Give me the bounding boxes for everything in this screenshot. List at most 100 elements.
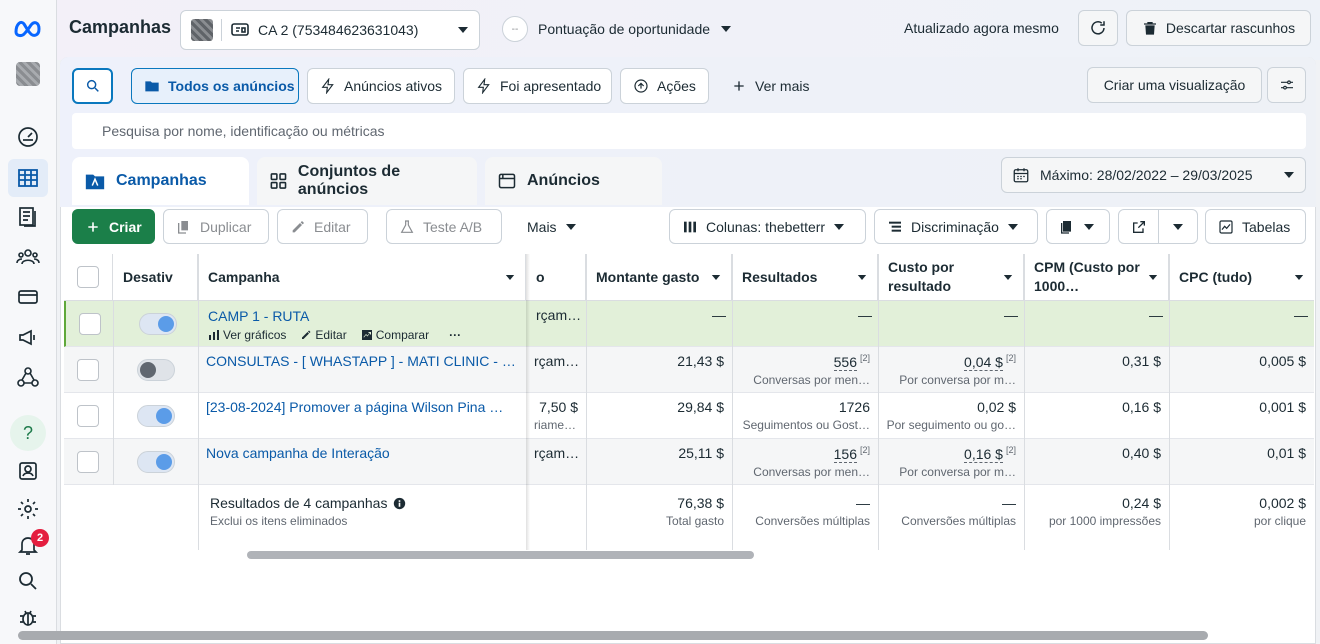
row-edit-action[interactable]: Editar: [300, 328, 347, 342]
row-checkbox[interactable]: [79, 313, 101, 335]
tab-ad-sets[interactable]: Conjuntos de anúncios: [257, 157, 477, 205]
columns-button[interactable]: Colunas: thebetterr: [669, 209, 866, 244]
table-horizontal-scrollbar[interactable]: [247, 551, 754, 559]
duplicate-button[interactable]: Duplicar: [163, 209, 269, 244]
rail-billing[interactable]: [8, 278, 48, 316]
help-icon[interactable]: ?: [10, 415, 46, 451]
totals-results-value: —: [856, 495, 870, 511]
cpr-value[interactable]: 0,16 $: [964, 445, 1003, 463]
search-input[interactable]: Pesquisa por nome, identificação ou métr…: [72, 113, 1306, 149]
filter-settings-button[interactable]: [1267, 67, 1306, 103]
export-options-button[interactable]: [1159, 210, 1197, 243]
campaign-name-link[interactable]: CONSULTAS - [ WHASTAPP ] - MATI CLINIC -…: [206, 353, 518, 369]
cpr-value[interactable]: 0,04 $: [964, 353, 1003, 371]
opportunity-score-dropdown[interactable]: -- Pontuação de oportunidade: [502, 16, 732, 42]
table-row[interactable]: CAMP 1 - RUTA Ver gráficos Editar Compar…: [64, 301, 1314, 347]
campaign-name-link[interactable]: CAMP 1 - RUTA: [208, 308, 520, 324]
reports-button[interactable]: [1046, 209, 1110, 244]
tab-ads[interactable]: Anúncios: [485, 157, 662, 205]
view-charts-action[interactable]: Ver gráficos: [208, 328, 286, 342]
totals-cpc-value: 0,002 $: [1259, 495, 1306, 511]
filter-active-ads[interactable]: Anúncios ativos: [307, 68, 455, 104]
campaign-toggle[interactable]: [137, 451, 175, 473]
rail-campaign-tools[interactable]: [8, 318, 48, 356]
sliders-icon: [1280, 80, 1293, 90]
header-budget[interactable]: o: [526, 254, 586, 301]
filter-all-ads[interactable]: Todos os anúncios: [131, 68, 299, 104]
campaign-toggle[interactable]: [137, 405, 175, 427]
header-results[interactable]: Resultados: [732, 254, 878, 301]
tab-campaigns[interactable]: Campanhas: [72, 157, 249, 205]
rail-events-manager[interactable]: [8, 358, 48, 396]
budget-cell: rçam…: [536, 307, 582, 323]
totals-row: Resultados de 4 campanhas Exclui os iten…: [64, 485, 1314, 550]
rail-reports[interactable]: [8, 452, 48, 490]
select-all-checkbox[interactable]: [77, 266, 99, 288]
ad-account-icon: [231, 23, 249, 36]
row-more-action[interactable]: ···: [449, 328, 461, 342]
results-value[interactable]: 556: [833, 353, 857, 371]
row-checkbox[interactable]: [77, 405, 99, 427]
cpr-footnote: [2]: [1005, 353, 1016, 363]
create-button[interactable]: Criar: [72, 209, 155, 244]
header-cpc[interactable]: CPC (tudo): [1169, 254, 1314, 301]
rail-overview[interactable]: [8, 118, 48, 156]
cpr-type: Por seguimento ou go…: [886, 418, 1016, 432]
caret-down-icon: [458, 27, 468, 33]
tables-button[interactable]: Tabelas: [1205, 209, 1306, 244]
account-thumbnail[interactable]: [16, 62, 40, 86]
page-horizontal-scrollbar[interactable]: [18, 631, 1208, 640]
campaign-toggle[interactable]: [139, 313, 177, 335]
cost-per-result-cell: 0,16 $ [2] Por conversa por m…: [878, 439, 1024, 485]
rail-pages[interactable]: [8, 198, 48, 236]
account-selector[interactable]: CA 2 (753484623631043): [180, 10, 480, 50]
header-campaign[interactable]: Campanha: [198, 254, 526, 301]
create-label: Criar: [109, 218, 142, 235]
results-cell: 156 [2] Conversas por men…: [732, 439, 878, 485]
campaign-toggle[interactable]: [137, 359, 175, 381]
create-view-button[interactable]: Criar uma visualização: [1087, 67, 1262, 103]
rail-settings[interactable]: [8, 490, 48, 528]
bug-icon: [20, 610, 36, 626]
row-checkbox[interactable]: [77, 451, 99, 473]
header-cpc-label: CPC (tudo): [1179, 269, 1253, 285]
campaign-name-link[interactable]: Nova campanha de Interação: [206, 445, 518, 461]
table-row[interactable]: CONSULTAS - [ WHASTAPP ] - MATI CLINIC -…: [64, 347, 1314, 393]
header-select-all: [64, 254, 113, 301]
tab-ad-sets-label: Conjuntos de anúncios: [297, 163, 401, 198]
header-off[interactable]: Desativ: [113, 254, 198, 301]
search-icon: [19, 572, 37, 590]
more-button[interactable]: Mais: [514, 209, 594, 244]
compare-action[interactable]: Comparar: [361, 328, 429, 342]
table-row[interactable]: Nova campanha de Interação rçam… 25,11 $…: [64, 439, 1314, 485]
discard-drafts-button[interactable]: Descartar rascunhos: [1126, 10, 1311, 46]
header-results-label: Resultados: [742, 269, 818, 285]
filter-presented[interactable]: Foi apresentado: [463, 68, 612, 104]
edit-button[interactable]: Editar: [277, 209, 368, 244]
table-row[interactable]: [23-08-2024] Promover a página Wilson Pi…: [64, 393, 1314, 439]
rail-ads-manager[interactable]: [8, 159, 48, 197]
see-more-button[interactable]: Ver mais: [718, 68, 822, 104]
rail-audiences[interactable]: [8, 238, 48, 276]
search-toggle-button[interactable]: [72, 68, 113, 104]
ab-test-button[interactable]: Teste A/B: [386, 209, 502, 244]
rail-search[interactable]: [8, 562, 48, 600]
breakdown-button[interactable]: Discriminação: [874, 209, 1038, 244]
filter-actions[interactable]: Ações: [620, 68, 709, 104]
column-divider: [1169, 254, 1170, 550]
info-icon[interactable]: [393, 497, 406, 510]
header-cpm[interactable]: CPM (Custo por 1000…: [1024, 254, 1169, 301]
header-campaign-label: Campanha: [208, 269, 280, 285]
campaign-name-link[interactable]: [23-08-2024] Promover a página Wilson Pi…: [206, 399, 518, 415]
results-footnote: [2]: [859, 353, 870, 363]
header-cost-per-result[interactable]: Custo por resultado: [878, 254, 1024, 301]
row-checkbox[interactable]: [77, 359, 99, 381]
refresh-button[interactable]: [1078, 10, 1118, 46]
date-range-picker[interactable]: Máximo: 28/02/2022 – 29/03/2025: [1001, 157, 1306, 193]
export-button[interactable]: [1119, 210, 1159, 243]
folder-icon: [145, 81, 159, 92]
header-amount-spent[interactable]: Montante gasto: [586, 254, 732, 301]
results-value[interactable]: 156: [833, 445, 857, 463]
meta-logo-icon[interactable]: [12, 14, 44, 42]
compare-icon: [361, 330, 372, 340]
